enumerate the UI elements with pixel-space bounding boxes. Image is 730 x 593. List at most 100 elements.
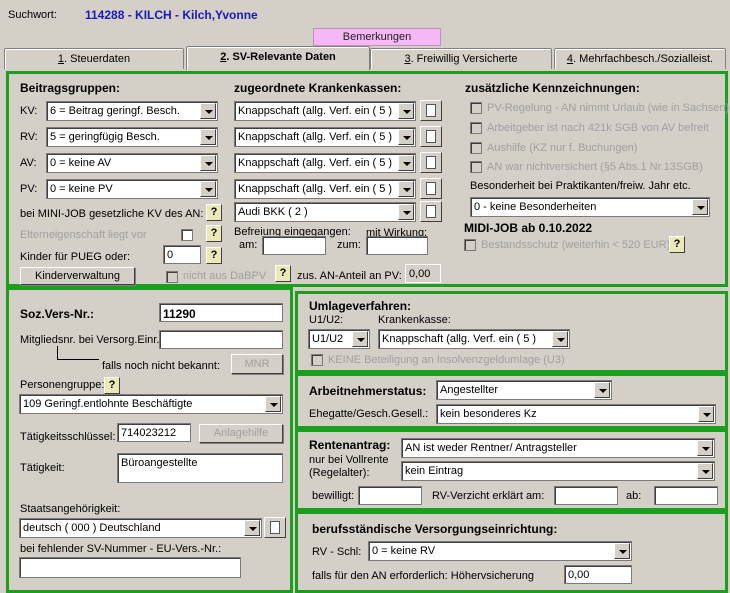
praktikanten-select[interactable]: 0 - keine Besonderheiten: [470, 197, 710, 217]
beitragsgruppen-title: Beitragsgruppen:: [20, 81, 121, 95]
vollrente-label2: (Regelalter):: [309, 467, 370, 479]
pv-select[interactable]: 0 = keine PV: [46, 179, 218, 199]
help-icon[interactable]: ?: [275, 265, 291, 282]
kinderverwaltung-button[interactable]: Kinderverwaltung: [20, 267, 135, 285]
chevron-down-icon: [398, 181, 414, 197]
nicht-dabpv-checkbox[interactable]: [166, 271, 178, 283]
text-cursor: [57, 346, 58, 360]
help-icon[interactable]: ?: [206, 225, 222, 242]
aushilfe-checkbox[interactable]: [470, 142, 482, 154]
ag-befreit-checkbox[interactable]: [470, 122, 482, 134]
taetigkeit-key-input[interactable]: 714023212: [117, 423, 191, 442]
kasse-rv-select[interactable]: Knappschaft (allg. Verf. ein ( 5 ): [234, 127, 416, 147]
document-icon[interactable]: [264, 517, 286, 538]
hoeher-input[interactable]: 0,00: [564, 565, 632, 584]
versorgung-title: berufsständische Versorgungseinrichtung:: [312, 522, 558, 536]
mnr-button[interactable]: MNR: [231, 354, 283, 374]
bewilligt-input[interactable]: [358, 486, 422, 505]
av-select[interactable]: 0 = keine AV: [46, 153, 218, 173]
insolvenz-checkbox[interactable]: [311, 354, 323, 366]
kinder-input[interactable]: 0: [163, 245, 201, 264]
kasse-av-select[interactable]: Knappschaft (allg. Verf. ein ( 5 ): [234, 153, 416, 173]
divider: [57, 359, 99, 360]
vollrente-label1: nur bei Vollrente: [309, 454, 389, 466]
rente-title: Rentenantrag:: [309, 438, 391, 452]
ab-label: ab:: [626, 490, 642, 502]
verzicht-input[interactable]: [554, 486, 618, 505]
tab-steuerdaten[interactable]: 1. Steuerdaten: [4, 48, 184, 69]
person-panel: Soz.Vers-Nr.: 11290 Mitgliedsnr. bei Ver…: [6, 287, 293, 593]
personengruppe-select[interactable]: 109 Geringf.entlohnte Beschäftigte: [19, 394, 283, 414]
help-icon[interactable]: ?: [669, 236, 685, 253]
pv-regelung-label: PV-Regelung - AN nimmt Urlaub (wie in Sa…: [487, 102, 730, 114]
kasse-minijob-select[interactable]: Audi BKK ( 2 ): [234, 202, 416, 222]
document-icon[interactable]: [420, 100, 442, 121]
ehegatte-label: Ehegatte/Gesch.Gesell.:: [309, 408, 429, 420]
eltern-checkbox[interactable]: [181, 229, 193, 241]
chevron-down-icon: [692, 199, 708, 215]
insolvenz-label: KEINE Beteiligung an Insolvenzgeldumlage…: [328, 354, 565, 366]
kasse-label: Krankenkasse:: [378, 314, 451, 326]
bestandsschutz-label: Bestandsschutz (weiterhin < 520 EUR): [481, 239, 671, 251]
minijob-label: bei MINI-JOB gesetzliche KV des AN:: [20, 208, 204, 220]
versorgung-panel: berufsständische Versorgungseinrichtung:…: [295, 511, 728, 593]
kennzeichnungen-title: zusätzliche Kennzeichnungen:: [465, 81, 640, 95]
befreiung-am-input[interactable]: [262, 236, 326, 255]
rente-select[interactable]: AN ist weder Rentner/ Antragsteller: [401, 438, 715, 458]
kasse-kv-select[interactable]: Knappschaft (allg. Verf. ein ( 5 ): [234, 101, 416, 121]
chevron-down-icon: [697, 440, 713, 456]
zus-an-label: zus. AN-Anteil an PV:: [297, 270, 402, 282]
mitglied-input[interactable]: [159, 330, 283, 349]
bestandsschutz-checkbox[interactable]: [464, 239, 476, 251]
help-icon[interactable]: ?: [206, 247, 222, 264]
falls-label: falls noch nicht bekannt:: [102, 360, 221, 372]
ag-befreit-label: Arbeitgeber ist nach 421k SGB von AV bef…: [487, 122, 709, 134]
kasse-pv-select[interactable]: Knappschaft (allg. Verf. ein ( 5 ): [234, 179, 416, 199]
tab-freiwillig-versicherte[interactable]: 3. Freiwillig Versicherte: [370, 48, 552, 69]
arbeitnehmer-panel: Arbeitnehmerstatus: Angestellter Ehegatt…: [295, 373, 728, 429]
chevron-down-icon: [200, 155, 216, 171]
nichtversichert-label: AN war nichtversichert (§5 Abs.1 Nr.13SG…: [487, 161, 703, 173]
vollrente-select[interactable]: kein Eintrag: [401, 461, 715, 481]
u-select[interactable]: U1/U2: [308, 329, 370, 349]
pv-regelung-checkbox[interactable]: [470, 102, 482, 114]
status-label: Arbeitnehmerstatus:: [309, 384, 427, 398]
help-icon[interactable]: ?: [206, 204, 222, 221]
krankenkassen-title: zugeordnete Krankenkassen:: [234, 81, 402, 95]
umlage-panel: Umlageverfahren: U1/U2: U1/U2 Krankenkas…: [295, 291, 728, 373]
anlagehilfe-button[interactable]: Anlagehilfe: [199, 424, 283, 443]
staat-label: Staatsangehörigkeit:: [20, 503, 121, 515]
chevron-down-icon: [200, 103, 216, 119]
chevron-down-icon: [244, 520, 260, 536]
nichtversichert-checkbox[interactable]: [470, 161, 482, 173]
rv-select[interactable]: 5 = geringfügig Besch.: [46, 127, 218, 147]
rente-panel: Rentenantrag: AN ist weder Rentner/ Antr…: [295, 429, 728, 511]
pv-label: PV:: [20, 183, 38, 195]
wirkung-zum-input[interactable]: [366, 236, 428, 255]
versorgung-rv-select[interactable]: 0 = keine RV: [368, 541, 632, 561]
ehegatte-select[interactable]: kein besonderes Kz: [436, 404, 716, 424]
help-icon[interactable]: ?: [104, 377, 120, 394]
taetigkeit-label: Tätigkeit:: [20, 462, 65, 474]
document-icon[interactable]: [420, 178, 442, 199]
umlage-kasse-select[interactable]: Knappschaft (allg. Verf. ein ( 5 ): [378, 329, 570, 349]
chevron-down-icon: [200, 181, 216, 197]
chevron-down-icon: [614, 543, 630, 559]
aushilfe-label: Aushilfe (KZ nur f. Buchungen): [487, 142, 638, 154]
document-icon[interactable]: [420, 126, 442, 147]
document-icon[interactable]: [420, 201, 442, 222]
staat-select[interactable]: deutsch ( 000 ) Deutschland: [19, 518, 262, 538]
kv-select[interactable]: 6 = Beitrag geringf. Besch.: [46, 101, 218, 121]
bemerkungen-button[interactable]: Bemerkungen: [313, 28, 441, 46]
status-select[interactable]: Angestellter: [436, 380, 612, 400]
ab-input[interactable]: [654, 486, 718, 505]
sozvers-input[interactable]: 11290: [159, 303, 283, 322]
versorgung-rv-label: RV - Schl:: [312, 546, 362, 558]
eu-input[interactable]: [19, 557, 241, 578]
eu-label: bei fehlender SV-Nummer - EU-Vers.-Nr.:: [20, 543, 222, 555]
tab-sv-relevante-daten[interactable]: 2. SV-Relevante Daten: [186, 46, 370, 70]
suchwort-label: Suchwort:: [8, 9, 57, 21]
tab-mehrfachbesch[interactable]: 4. Mehrfachbesch./Sozialleist.: [554, 48, 726, 69]
document-icon[interactable]: [420, 152, 442, 173]
taetigkeit-input[interactable]: Büroangestellte: [117, 453, 283, 483]
